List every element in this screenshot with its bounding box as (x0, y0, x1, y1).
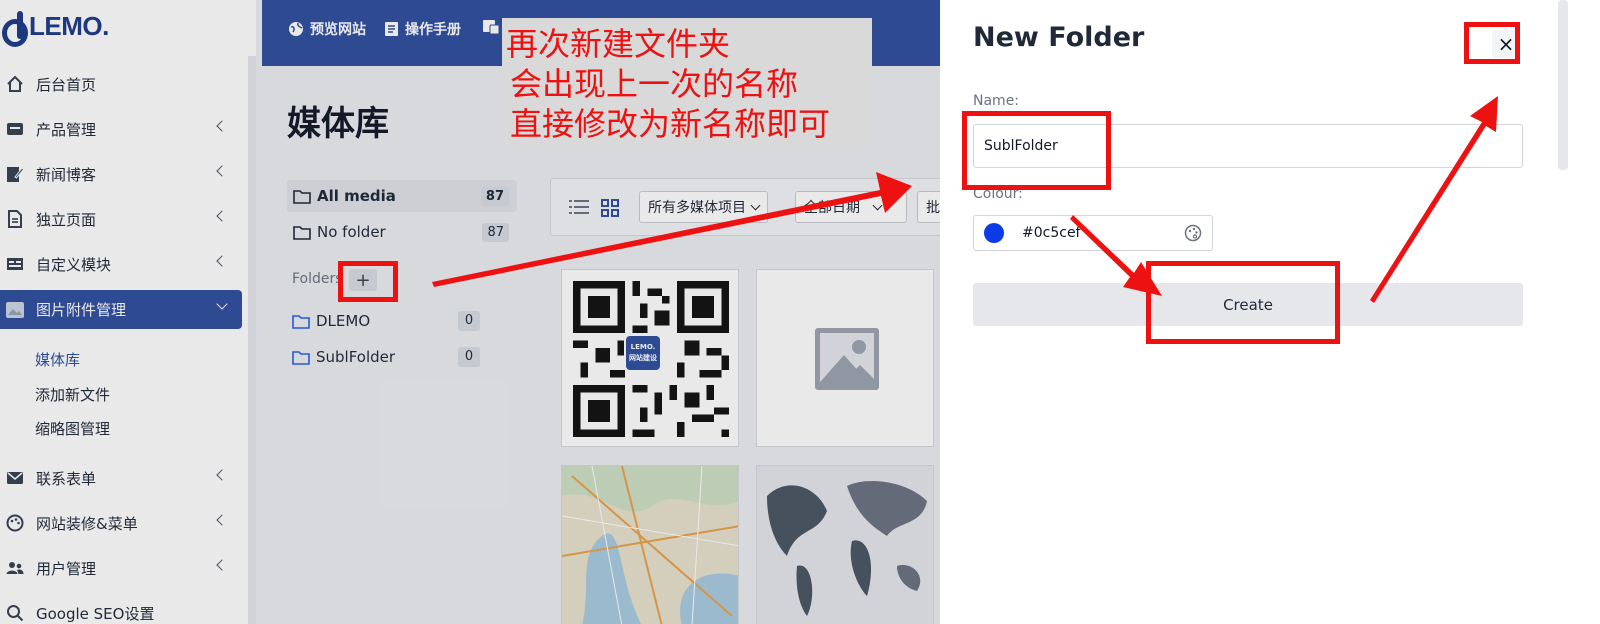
colour-value: #0c5cef (1022, 225, 1081, 241)
name-label: Name: (973, 93, 1020, 109)
dialog-title: New Folder (973, 22, 1145, 53)
highlight-create-button (1146, 261, 1340, 344)
highlight-close-button (1464, 22, 1520, 64)
dialog-scrollbar[interactable] (1558, 0, 1568, 170)
annotation-line: 会出现上一次的名称 (510, 65, 799, 103)
highlight-name-input (962, 111, 1111, 190)
annotation-line: 直接修改为新名称即可 (510, 105, 831, 143)
colour-input[interactable]: #0c5cef (973, 215, 1213, 251)
annotation-line: 再次新建文件夹 (506, 25, 731, 63)
annotation-note: 再次新建文件夹 会出现上一次的名称 直接修改为新名称即可 (502, 18, 872, 148)
palette-icon[interactable] (1184, 224, 1202, 242)
colour-swatch[interactable] (984, 223, 1004, 243)
highlight-add-folder (338, 261, 398, 302)
